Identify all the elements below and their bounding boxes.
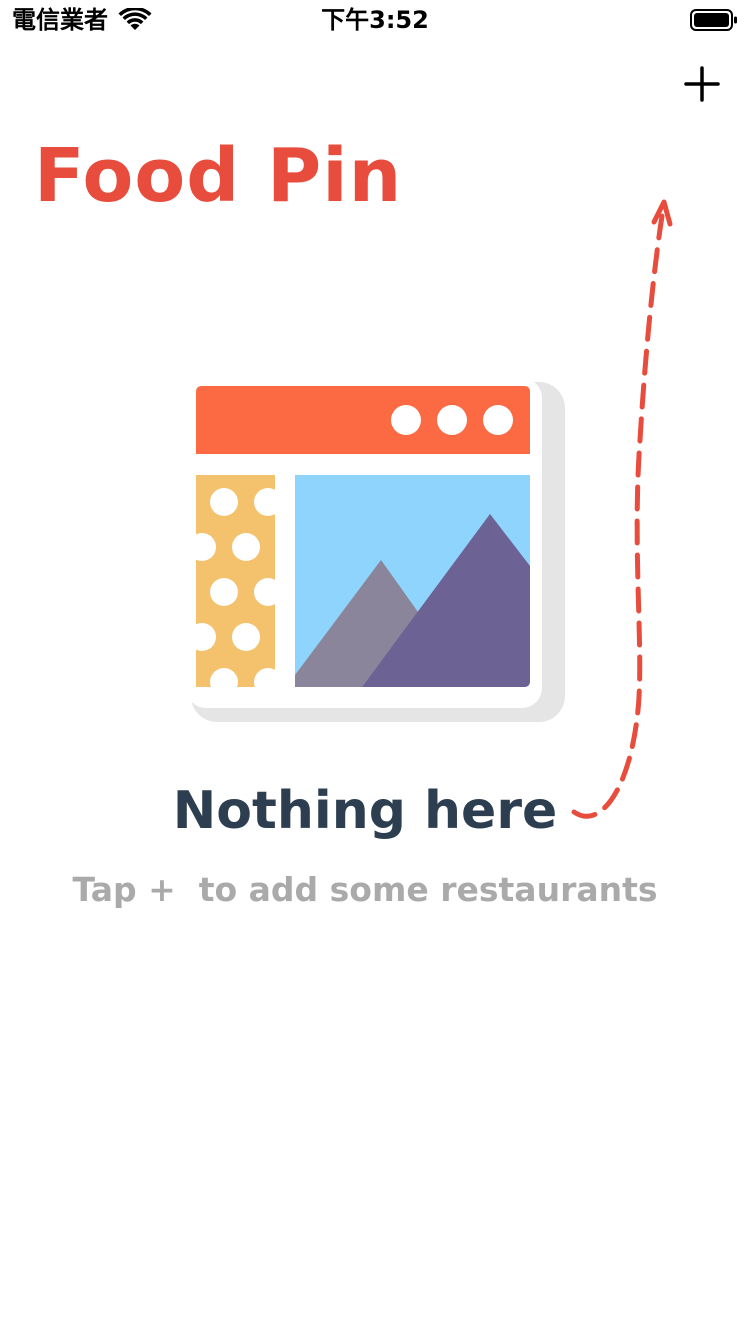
dashed-arrow (571, 199, 673, 819)
empty-state-subtitle: Tap + to add some restaurants (72, 870, 658, 909)
add-button[interactable] (680, 62, 724, 106)
status-bar: 電信業者 下午3:52 (0, 0, 750, 40)
page-title: Food Pin (34, 133, 403, 219)
empty-state-heading: Nothing here (172, 781, 558, 841)
screen: 電信業者 下午3:52 Food Pin Nothing here Tap + … (0, 0, 750, 1334)
status-time: 下午3:52 (321, 6, 429, 34)
plus-icon (684, 66, 720, 102)
battery-icon (690, 9, 737, 31)
empty-state-illustration (186, 378, 565, 722)
